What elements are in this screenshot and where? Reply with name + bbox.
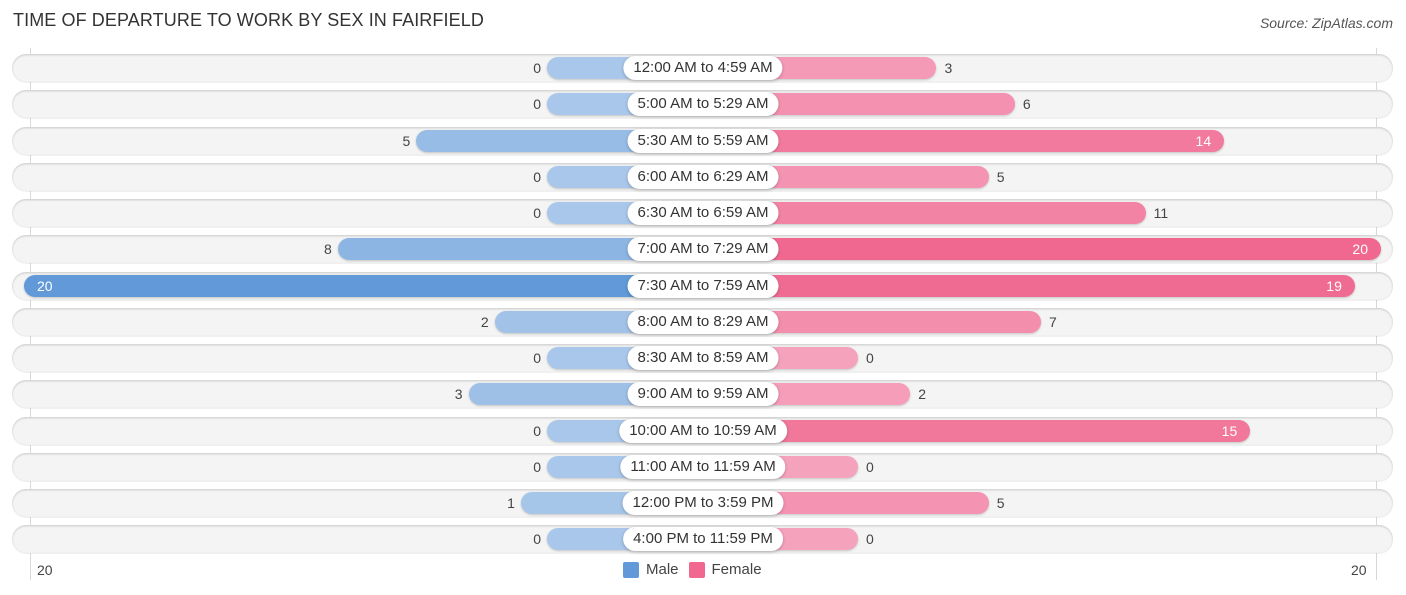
bar-female[interactable] [703, 274, 1355, 297]
source-label: Source: ZipAtlas.com [1259, 15, 1393, 31]
bar-male[interactable] [24, 274, 703, 297]
category-label: 7:30 AM to 7:59 AM [627, 273, 779, 298]
value-label-female: 6 [1022, 96, 1031, 113]
category-label: 8:00 AM to 8:29 AM [627, 309, 779, 334]
legend-item-female[interactable]: Female [688, 561, 762, 578]
value-label-male: 0 [533, 96, 541, 113]
value-label-male: 5 [402, 132, 411, 149]
value-label-male: 0 [533, 205, 541, 221]
value-label-male: 8 [324, 241, 332, 258]
value-label-male: 0 [533, 458, 541, 475]
category-label: 5:00 AM to 5:29 AM [627, 92, 779, 117]
value-label-female: 0 [866, 531, 874, 548]
value-label-male: 20 [37, 277, 53, 294]
value-label-female: 15 [1221, 422, 1238, 439]
value-label-female: 20 [1352, 241, 1368, 258]
value-label-male: 2 [480, 313, 489, 330]
value-label-female: 19 [1326, 277, 1342, 294]
value-label-male: 1 [507, 495, 515, 511]
legend-swatch-female [688, 561, 705, 578]
value-label-female: 2 [918, 386, 927, 403]
category-label: 10:00 AM to 10:59 AM [619, 418, 787, 443]
category-label: 11:00 AM to 11:59 AM [620, 454, 786, 479]
legend-label-male: Male [646, 561, 679, 578]
category-label: 4:00 PM to 11:59 PM [623, 527, 783, 552]
category-label: 6:30 AM to 6:59 AM [627, 201, 779, 225]
value-label-female: 5 [996, 168, 1005, 185]
legend-item-male[interactable]: Male [623, 561, 679, 578]
value-label-female: 14 [1195, 132, 1212, 149]
value-label-male: 3 [454, 386, 463, 403]
value-label-female: 0 [866, 458, 874, 475]
category-label: 9:00 AM to 9:59 AM [627, 382, 779, 407]
value-label-female: 11 [1153, 205, 1169, 221]
value-label-male: 0 [533, 531, 541, 548]
value-label-male: 0 [533, 60, 541, 76]
axis-tick-right: 20 [1351, 562, 1367, 578]
category-label: 8:30 AM to 8:59 AM [627, 346, 779, 370]
category-label: 5:30 AM to 5:59 AM [627, 128, 779, 153]
value-label-female: 5 [996, 495, 1005, 511]
legend-swatch-male [623, 561, 639, 578]
value-label-female: 0 [866, 350, 874, 366]
value-label-female: 7 [1049, 313, 1057, 330]
category-label: 12:00 AM to 4:59 AM [623, 56, 783, 80]
category-label: 6:00 AM to 6:29 AM [627, 164, 779, 189]
legend: Male Female [623, 561, 772, 578]
category-label: 7:00 AM to 7:29 AM [627, 237, 779, 262]
legend-label-female: Female [711, 561, 762, 578]
value-label-male: 0 [533, 350, 541, 366]
bar-female[interactable] [703, 238, 1381, 261]
value-label-female: 3 [944, 60, 953, 76]
category-label: 12:00 PM to 3:59 PM [622, 491, 784, 515]
value-label-male: 0 [533, 168, 541, 185]
bar-female[interactable] [703, 129, 1225, 152]
value-label-male: 0 [533, 422, 541, 439]
axis-tick-left: 20 [37, 562, 53, 578]
chart-title: TIME OF DEPARTURE TO WORK BY SEX IN FAIR… [13, 10, 484, 30]
